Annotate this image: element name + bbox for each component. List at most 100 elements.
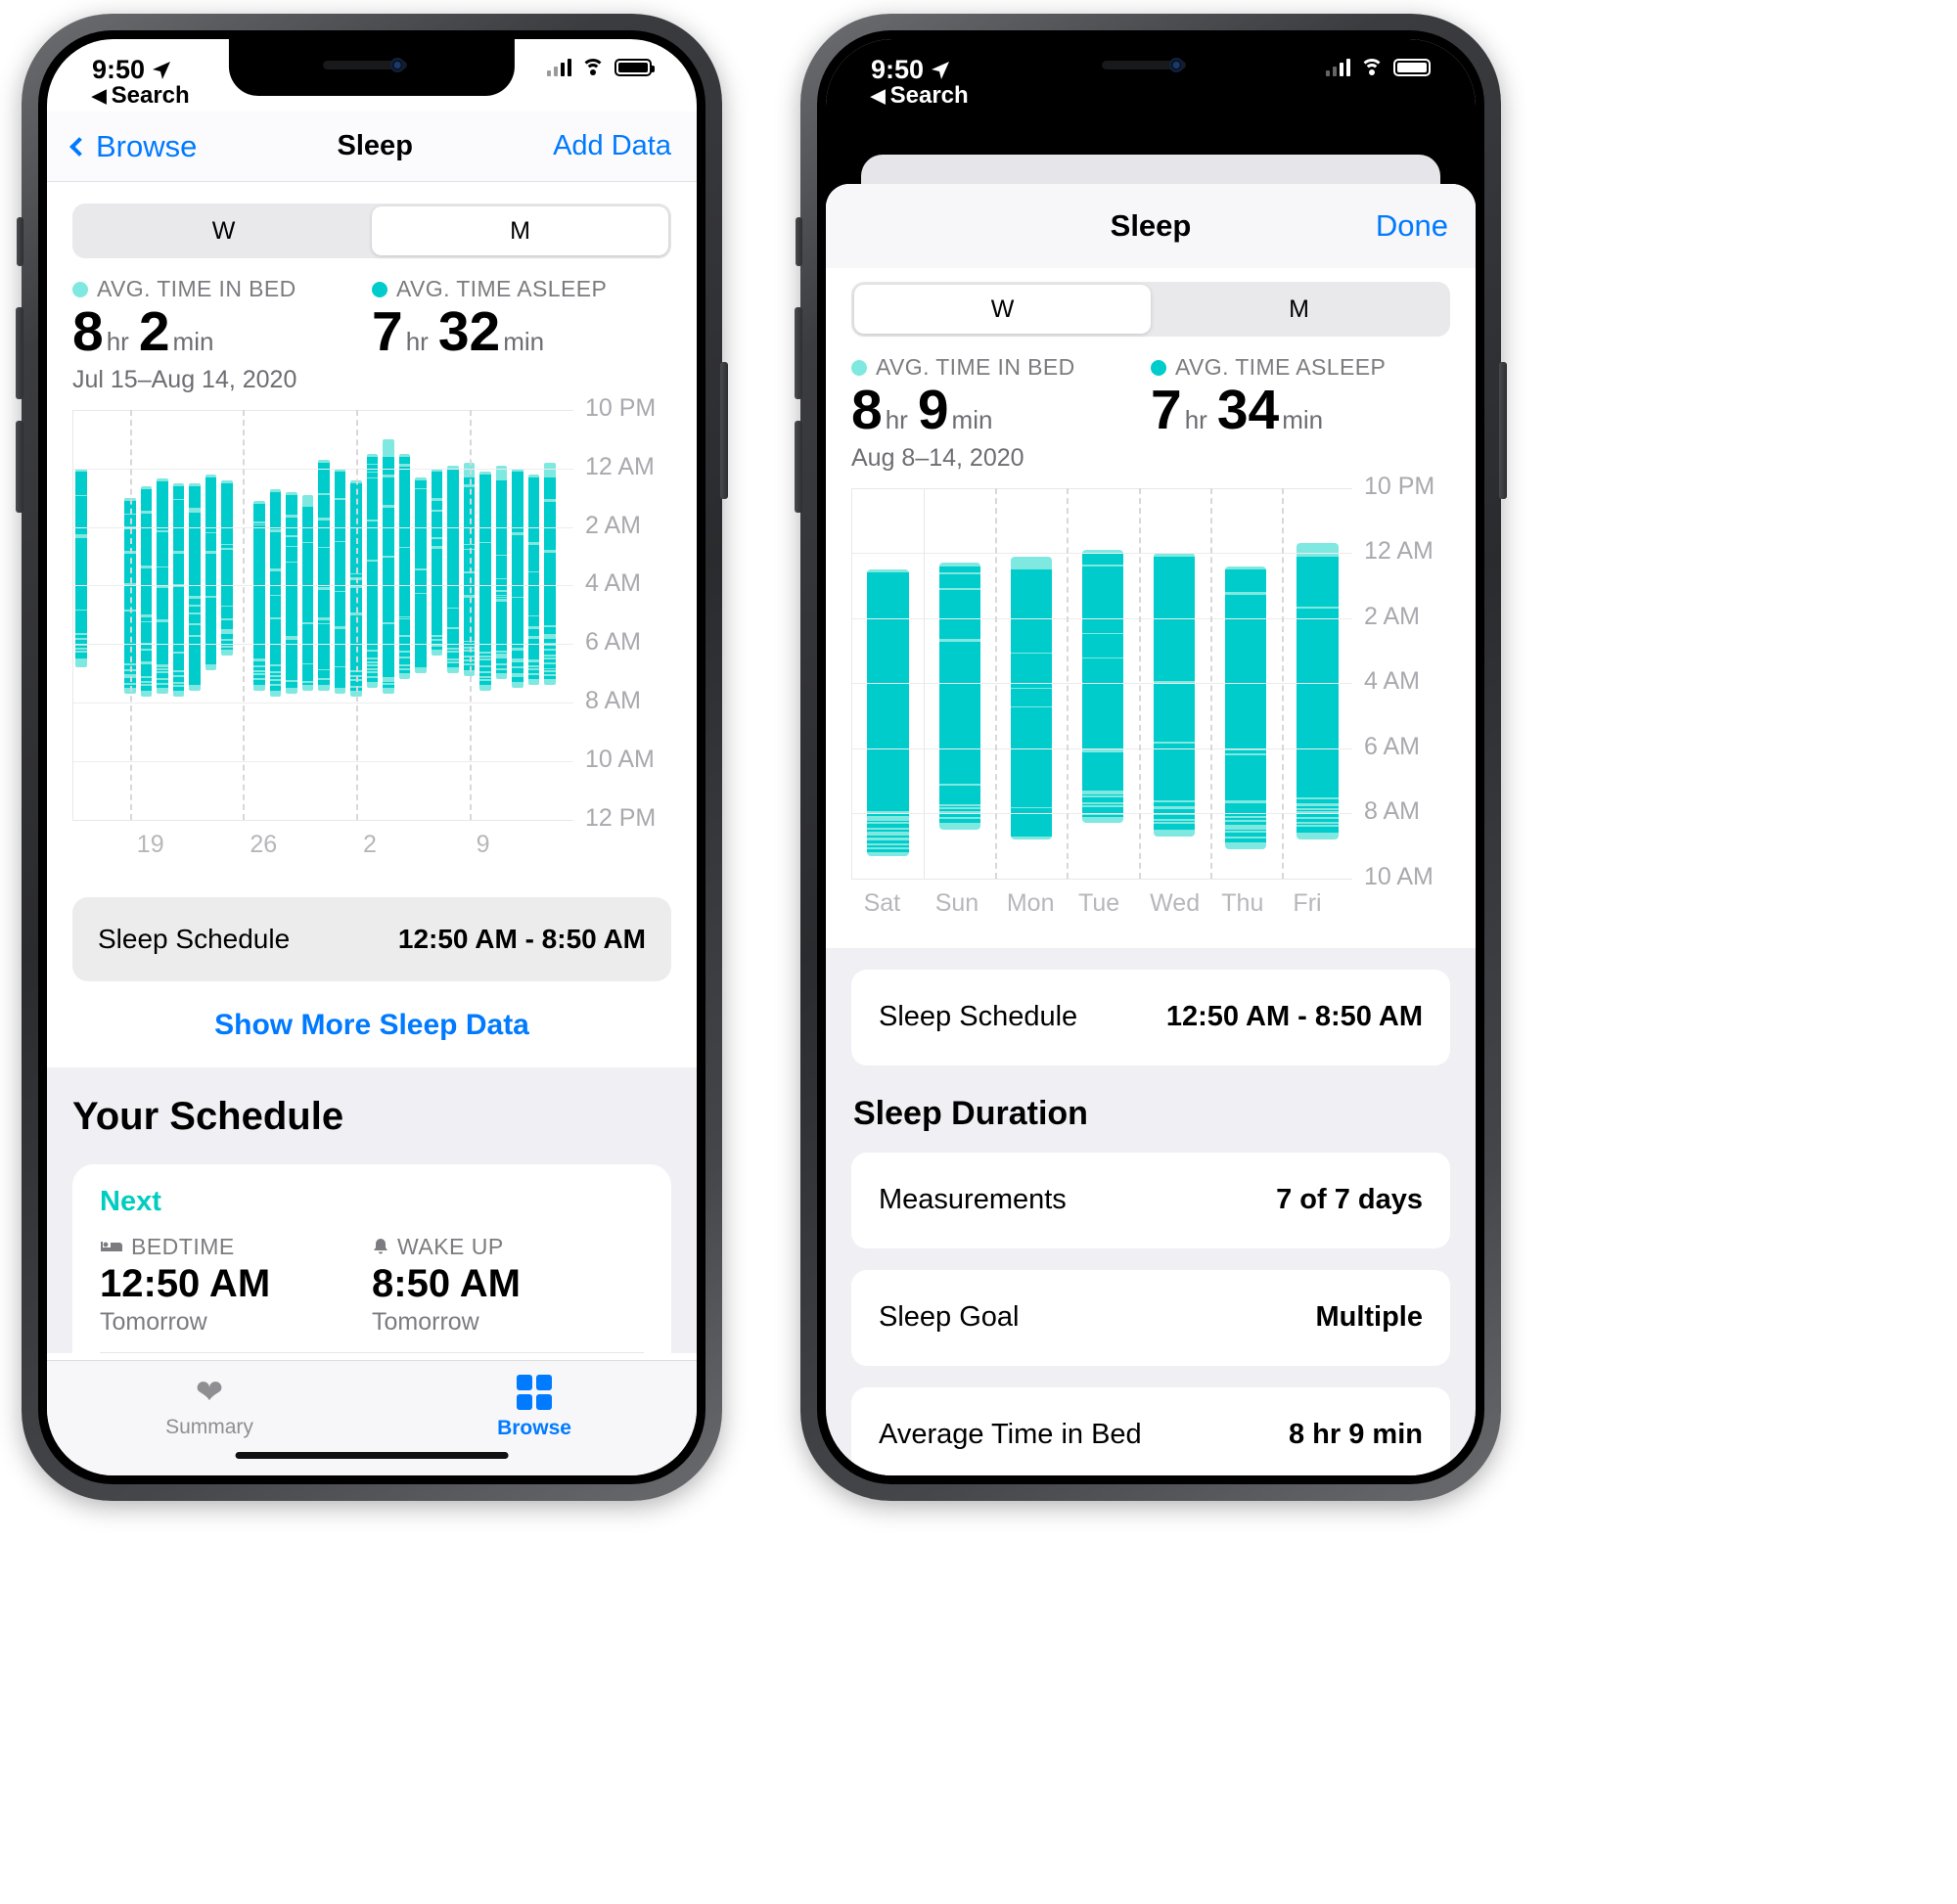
chart-bar[interactable] [1010,556,1053,839]
back-to-search-link[interactable]: ◀ Search [92,82,190,110]
chart-bar-awake-stripe [527,665,540,668]
show-more-sleep-data-button[interactable]: Show More Sleep Data [47,981,697,1067]
add-data-button[interactable]: Add Data [553,130,671,162]
in-bed-minutes: 2 [138,300,170,363]
back-triangle-icon: ◀ [92,85,107,107]
sheet-title: Sleep [1110,208,1192,243]
chart-vertical-gridline [924,487,926,879]
legend-dot-asleep [1151,359,1166,376]
segment-week-right[interactable]: W [854,285,1151,334]
chart-bar-awake-stripe [172,670,185,673]
chart-bar[interactable] [1081,550,1124,824]
chart-gridline [73,819,573,821]
chart-bar[interactable] [301,494,314,692]
y-axis-tick-label: 8 AM [1364,797,1420,826]
status-bar-left-right-phone: 9:50 [871,55,950,85]
chart-bar-awake-stripe [495,656,508,658]
chart-bar-awake-stripe [366,675,379,678]
chart-bar-awake-stripe [1225,816,1267,819]
sleep-schedule-row[interactable]: Sleep Schedule 12:50 AM - 8:50 AM [72,896,671,981]
status-bar-right-icons-right-phone [1325,59,1434,76]
chart-bar[interactable] [75,468,88,668]
chart-bar[interactable] [334,468,346,695]
range-segmented-control[interactable]: W M [72,204,671,258]
chart-vertical-gridline [1209,487,1212,879]
left-phone-power-button [720,362,728,499]
right-phone-bezel: 9:50 ◀ Search Sleep Done W M AVG. TIME I… [817,30,1484,1484]
chart-bar-awake-stripe [1297,607,1339,610]
chart-bar-asleep-segment [447,468,459,668]
chart-bar[interactable] [383,438,394,695]
row-sleep-goal[interactable]: Sleep Goal Multiple [851,1269,1450,1366]
chart-bar-awake-stripe [366,519,379,521]
chart-bar-awake-stripe [447,608,459,610]
row-measurements[interactable]: Measurements 7 of 7 days [851,1152,1450,1248]
right-phone-volume-up [795,307,802,399]
chart-bar[interactable] [366,453,379,689]
segment-week[interactable]: W [75,206,372,255]
chart-bar-awake-stripe [544,655,556,657]
chart-bar[interactable] [398,453,411,680]
chart-bar[interactable] [253,500,265,692]
chart-bar[interactable] [172,482,185,698]
chart-bar[interactable] [1297,543,1339,839]
x-axis-tick-label: Wed [1150,888,1201,917]
back-button[interactable]: Browse [69,129,197,164]
chart-bar-awake-stripe [269,529,282,533]
chart-bar[interactable] [431,468,443,657]
week-sleep-chart[interactable] [851,487,1352,880]
month-sleep-chart[interactable] [72,409,573,821]
chart-bar[interactable] [221,479,233,657]
chart-bar[interactable] [269,488,282,698]
stat-time-asleep-value-right: 7 hr 34 min [1151,381,1450,440]
chart-bar[interactable] [189,482,201,692]
y-axis-tick-label: 2 AM [1364,602,1420,630]
chart-bar-awake-stripe [527,571,540,573]
y-axis-tick-label: 4 AM [1364,667,1420,696]
chart-bar-awake-stripe [318,547,330,548]
chart-bar[interactable] [527,474,540,686]
chart-bar[interactable] [512,468,523,689]
chart-bar[interactable] [479,471,491,692]
range-segmented-control-right[interactable]: W M [851,282,1450,337]
chart-bar[interactable] [1153,553,1196,837]
chart-bar-awake-stripe [867,847,909,850]
chart-bar-awake-stripe [140,661,153,665]
chart-bar-awake-stripe [269,678,282,681]
chart-bar[interactable] [1225,566,1267,849]
row-avg-time-in-bed[interactable]: Average Time in Bed 8 hr 9 min [851,1386,1450,1475]
your-schedule-title: Your Schedule [72,1094,344,1138]
next-schedule-card[interactable]: Next BEDTIME 12:50 AM Tomorrow WAKE UP 8… [72,1163,671,1353]
chart-bar[interactable] [938,563,980,830]
chart-bar-awake-stripe [398,657,411,659]
chart-bar[interactable] [495,465,508,680]
chart-gridline [73,760,573,762]
sleep-schedule-row-right[interactable]: Sleep Schedule 12:50 AM - 8:50 AM [851,969,1450,1065]
asleep-hours: 7 [372,300,403,363]
back-to-search-link-right[interactable]: ◀ Search [871,82,969,110]
front-camera-right [1168,58,1184,72]
chart-bar-asleep-segment [1010,568,1053,837]
chart-bar-awake-stripe [1081,794,1124,797]
chart-bar-awake-stripe [431,546,443,550]
chart-bar[interactable] [318,459,330,692]
chart-bar-awake-stripe [383,679,394,683]
in-bed-minutes-right: 9 [917,379,949,441]
done-button[interactable]: Done [1376,208,1448,244]
segment-month[interactable]: M [372,206,668,255]
chart-bar-awake-stripe [269,664,282,667]
chart-bar[interactable] [447,465,459,674]
chart-bar[interactable] [286,491,297,695]
chart-bar-awake-stripe [512,657,523,660]
chart-bar-awake-stripe [938,571,980,574]
segment-month-right[interactable]: M [1151,285,1447,334]
chart-bar[interactable] [544,462,556,686]
chart-bar-awake-stripe [479,670,491,673]
chart-bar-awake-stripe [1225,837,1267,839]
chart-bar[interactable] [205,474,217,671]
chart-bar-awake-stripe [253,678,265,681]
chart-bar[interactable] [140,485,153,698]
stat-time-in-bed: AVG. TIME IN BED 8 hr 2 min [72,276,372,362]
cellular-signal-icon [546,59,571,76]
chart-bar-awake-stripe [286,534,297,537]
